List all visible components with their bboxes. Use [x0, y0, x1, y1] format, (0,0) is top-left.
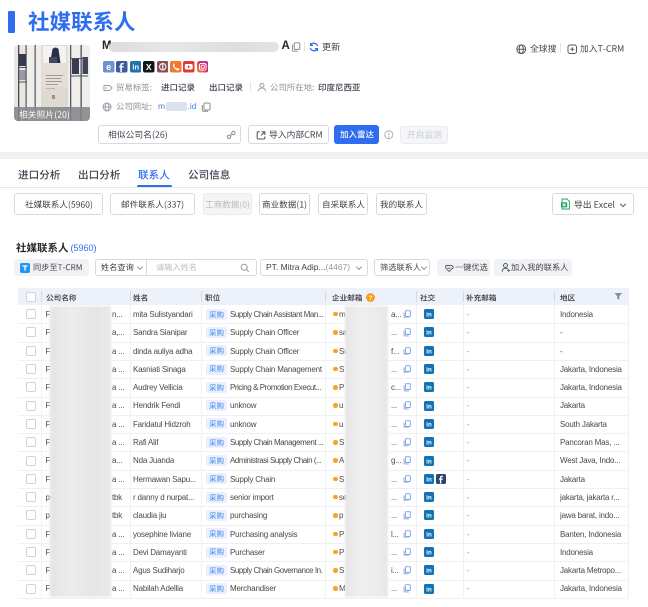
svg-text:in: in [426, 586, 432, 593]
svg-text:in: in [426, 385, 432, 392]
svg-text:in: in [132, 63, 139, 72]
svg-text:in: in [426, 550, 432, 557]
svg-text:in: in [426, 330, 432, 337]
svg-text:in: in [426, 568, 432, 575]
svg-text:in: in [426, 422, 432, 429]
svg-text:in: in [426, 513, 432, 520]
svg-text:X: X [146, 62, 152, 72]
svg-text:in: in [426, 531, 432, 538]
svg-text:in: in [426, 403, 432, 410]
svg-text:e: e [106, 62, 111, 72]
svg-text:in: in [426, 367, 432, 374]
svg-text:in: in [426, 476, 432, 483]
svg-text:in: in [426, 312, 432, 319]
svg-text:in: in [426, 440, 432, 447]
svg-text:?: ? [368, 295, 372, 302]
svg-text:in: in [426, 458, 432, 465]
svg-text:in: in [426, 348, 432, 355]
svg-text:in: in [426, 495, 432, 502]
